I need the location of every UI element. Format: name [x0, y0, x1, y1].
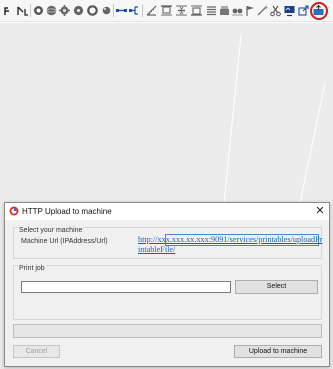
circle-tool-icon[interactable] [32, 4, 45, 17]
dialog-title: HTTP Upload to machine [22, 207, 112, 216]
layer-icon[interactable] [218, 4, 231, 17]
select-button[interactable]: Select [235, 280, 318, 294]
upload-to-machine-button[interactable]: Upload to machine [234, 345, 322, 358]
machine-group-title: Select your machine [18, 227, 84, 234]
highlight-circle [310, 2, 328, 20]
toolbar-separator [30, 4, 31, 17]
measure-icon[interactable] [145, 4, 158, 17]
dialog-titlebar[interactable]: HTTP Upload to machine ✕ [5, 203, 329, 220]
wand-icon[interactable] [256, 4, 269, 17]
stack-icon[interactable] [205, 4, 218, 17]
link-icon[interactable] [115, 4, 128, 17]
align-bottom-icon[interactable] [190, 4, 203, 17]
screen-icon[interactable] [283, 4, 296, 17]
main-toolbar [0, 0, 333, 22]
upload-progress-bar [13, 324, 322, 338]
close-icon[interactable]: ✕ [312, 204, 328, 219]
branch-icon[interactable] [128, 4, 141, 17]
gear-icon[interactable] [58, 4, 71, 17]
move-icon[interactable] [3, 4, 16, 17]
align-middle-icon[interactable] [175, 4, 188, 17]
sphere-icon[interactable] [45, 4, 58, 17]
align-top-icon[interactable] [160, 4, 173, 17]
sprocket-icon[interactable] [72, 4, 85, 17]
toolbar-separator [142, 4, 143, 17]
machine-url-value[interactable]: http://xxx.xxx.xx.xxx:9091/services/prin… [138, 235, 324, 255]
machine-url-label: Machine Url (IPAddress/Url) [21, 238, 108, 245]
external-link-icon[interactable] [297, 4, 310, 17]
toolbar-separator [113, 4, 114, 17]
app-logo-icon [9, 206, 19, 216]
scissors-icon[interactable] [269, 4, 282, 17]
print-job-group-title: Print job [18, 265, 46, 272]
http-upload-dialog: HTTP Upload to machine ✕ Select your mac… [4, 202, 330, 367]
ring-icon[interactable] [86, 4, 99, 17]
eye-icon[interactable] [231, 4, 244, 17]
print-job-input[interactable] [21, 281, 231, 293]
cancel-button[interactable]: Cancel [13, 345, 60, 358]
select-icon[interactable] [16, 4, 29, 17]
nodes-icon[interactable] [100, 4, 113, 17]
